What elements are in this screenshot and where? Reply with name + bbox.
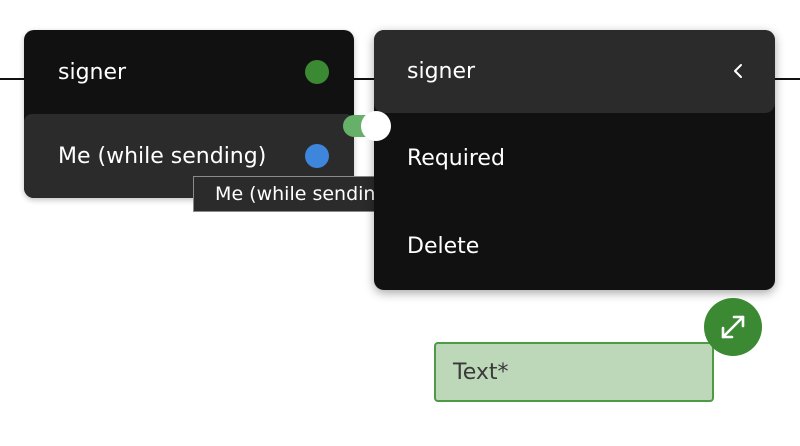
recipient-option-label: signer xyxy=(58,59,127,85)
expand-arrows-icon[interactable] xyxy=(704,298,762,356)
recipient-color-dot xyxy=(305,60,329,84)
text-field-placeholder[interactable]: Text* xyxy=(434,342,714,402)
recipient-selector-label: signer xyxy=(407,59,476,84)
recipient-option-label: Me (while sending) xyxy=(58,143,267,169)
recipient-color-dot xyxy=(305,144,329,168)
recipient-option-signer[interactable]: signer xyxy=(24,30,354,114)
delete-label: Delete xyxy=(407,233,480,259)
tooltip-text: Me (while sending) xyxy=(215,183,395,205)
field-settings-panel: signer Required Delete xyxy=(374,30,775,290)
required-label: Required xyxy=(407,145,505,171)
required-toggle[interactable] xyxy=(343,111,391,141)
chevron-left-icon[interactable] xyxy=(727,58,749,84)
recipient-selector[interactable]: signer xyxy=(374,30,775,113)
toggle-knob xyxy=(361,111,391,141)
required-row: Required xyxy=(374,128,775,188)
delete-button[interactable]: Delete xyxy=(374,216,775,276)
recipient-dropdown: signer Me (while sending) xyxy=(24,30,354,198)
text-field-label: Text* xyxy=(453,359,509,385)
